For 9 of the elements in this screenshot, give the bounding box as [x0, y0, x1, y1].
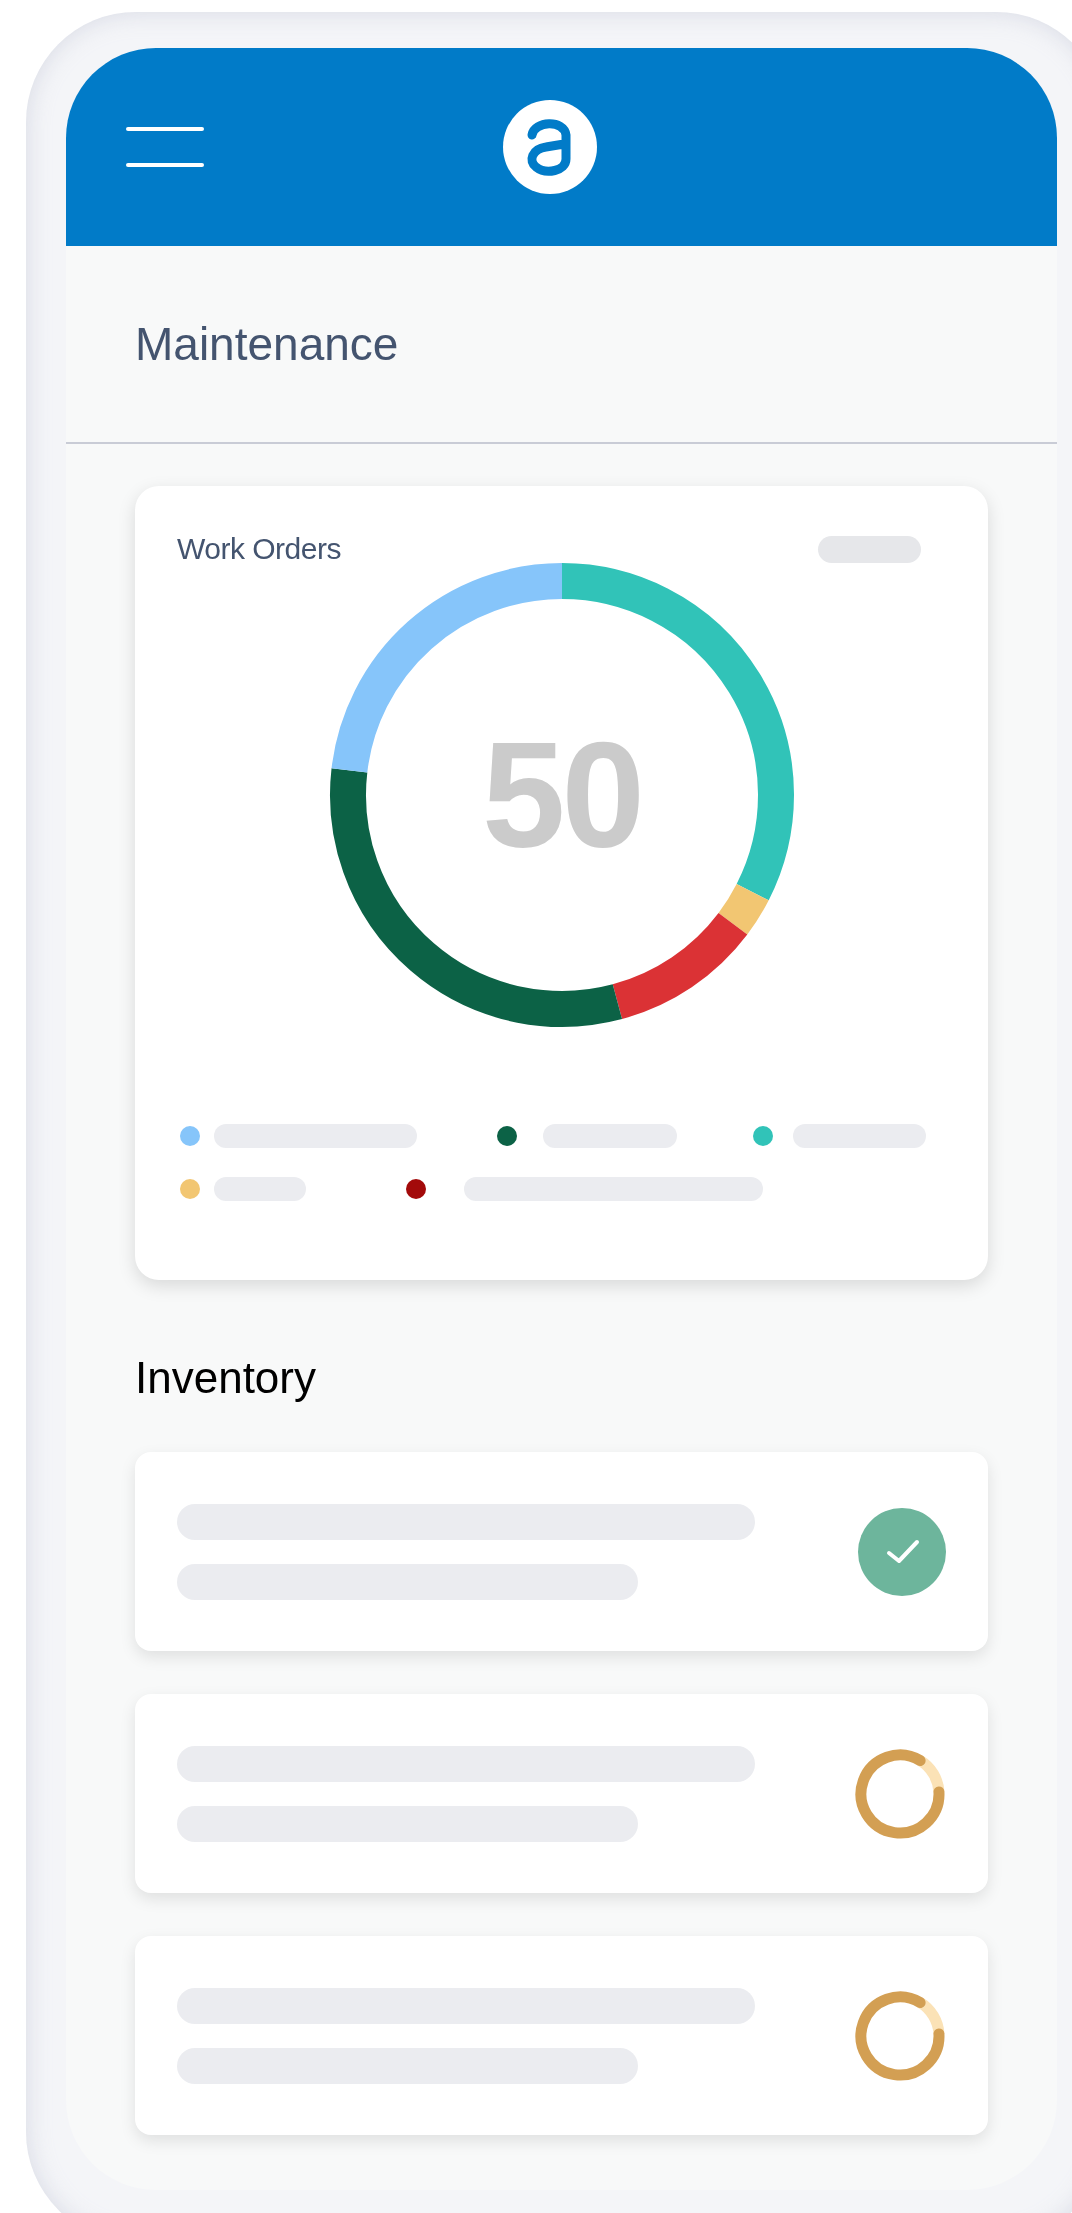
check-icon: [858, 1507, 946, 1596]
logo-icon: [502, 99, 598, 195]
menu-icon: [125, 127, 205, 167]
page-title: Maintenance: [135, 321, 399, 367]
section-title: Inventory: [135, 1356, 317, 1400]
progress-ring-icon: [854, 1989, 946, 2082]
inventory-card[interactable]: [135, 1452, 988, 1651]
progress-ring-icon: [854, 1747, 946, 1840]
card-title: Work Orders: [177, 534, 341, 564]
